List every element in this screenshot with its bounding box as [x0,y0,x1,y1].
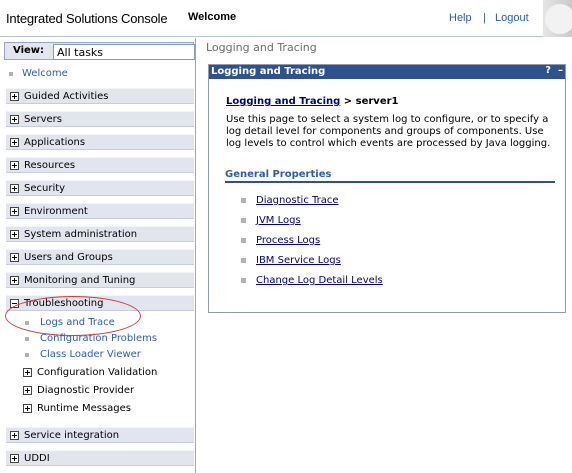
expand-icon [10,207,19,216]
view-filter-bar: View: All tasks [4,42,195,60]
section-label: Monitoring and Tuning [24,275,136,286]
nav-section-applications[interactable]: Applications [6,134,194,150]
logo-knob-icon [545,4,572,34]
navigation-panel: View: All tasks Welcome Guided Activitie… [0,38,196,473]
expand-icon [10,431,19,440]
section-label: Service integration [24,430,120,441]
general-properties-title: General Properties [225,169,332,180]
expand-icon [10,161,19,170]
section-label: Guided Activities [24,91,109,102]
expand-icon [10,276,19,285]
nav-section-users-and-groups[interactable]: Users and Groups [6,249,194,265]
expand-icon [10,230,19,239]
page-title: Logging and Tracing [206,41,317,54]
link-ibm-service-logs[interactable]: IBM Service Logs [256,255,341,266]
bullet-icon [241,258,246,263]
nav-section-guided-activities[interactable]: Guided Activities [6,88,194,104]
nav-section-servers[interactable]: Servers [6,111,194,127]
bullet-icon [241,198,246,203]
panel-header: Logging and Tracing ? – [209,65,565,79]
nav-section-security[interactable]: Security [6,180,194,196]
bullet-icon [241,238,246,243]
expand-icon[interactable] [23,404,32,413]
masthead: Integrated Solutions Console Welcome Hel… [0,0,572,37]
class-loader-bullet-icon [25,353,29,357]
section-label: Resources [24,160,76,171]
bullet-icon [241,218,246,223]
app-title: Integrated Solutions Console [6,11,168,26]
minimize-icon[interactable]: – [558,65,563,76]
expand-icon [10,92,19,101]
general-properties-divider [225,181,555,183]
nav-section-uddi[interactable]: UDDI [6,450,194,466]
nav-item-class-loader-viewer[interactable]: Class Loader Viewer [40,349,141,360]
expand-icon [10,253,19,262]
link-diagnostic-trace[interactable]: Diagnostic Trace [256,195,339,206]
nav-section-service-integration[interactable]: Service integration [6,427,194,443]
view-label: View: [13,45,45,56]
section-label: UDDI [24,453,50,464]
breadcrumb: Logging and Tracing > server1 [226,96,399,107]
expand-icon[interactable] [23,368,32,377]
welcome-link[interactable]: Welcome [22,68,68,79]
ibm-logo-corner [543,0,572,37]
panel-title: Logging and Tracing [211,66,326,77]
expand-icon [10,454,19,463]
nav-item-diagnostic-provider[interactable]: Diagnostic Provider [37,385,134,396]
section-label: Security [24,183,66,194]
expand-icon [10,115,19,124]
welcome-bullet-icon [9,72,13,76]
logout-link[interactable]: Logout [495,12,529,24]
expand-icon[interactable] [23,386,32,395]
nav-section-resources[interactable]: Resources [6,157,194,173]
section-label: Applications [24,137,86,148]
bullet-icon [241,278,246,283]
view-select[interactable]: All tasks [53,44,195,60]
section-label: System administration [24,229,138,240]
link-jvm-logs[interactable]: JVM Logs [256,215,301,226]
nav-section-environment[interactable]: Environment [6,203,194,219]
nav-section-monitoring-and-tuning[interactable]: Monitoring and Tuning [6,272,194,288]
breadcrumb-current: > server1 [340,96,399,107]
section-label: Servers [24,114,63,125]
header-separator: | [483,12,486,24]
link-process-logs[interactable]: Process Logs [256,235,320,246]
section-label: Users and Groups [24,252,113,263]
welcome-label: Welcome [188,11,237,23]
nav-item-configuration-validation[interactable]: Configuration Validation [37,367,157,378]
help-link[interactable]: Help [449,12,472,24]
expand-icon [10,138,19,147]
logging-panel: Logging and Tracing ? – Logging and Trac… [208,64,566,313]
breadcrumb-link[interactable]: Logging and Tracing [226,96,340,107]
nav-item-runtime-messages[interactable]: Runtime Messages [37,403,131,414]
nav-section-system-administration[interactable]: System administration [6,226,194,242]
section-label: Environment [24,206,88,217]
expand-icon [10,184,19,193]
page-description: Use this page to select a system log to … [226,114,551,149]
help-icon[interactable]: ? [545,65,551,76]
annotation-ellipse [5,296,141,336]
link-change-log-detail-levels[interactable]: Change Log Detail Levels [256,275,383,286]
config-problems-bullet-icon [25,337,29,341]
